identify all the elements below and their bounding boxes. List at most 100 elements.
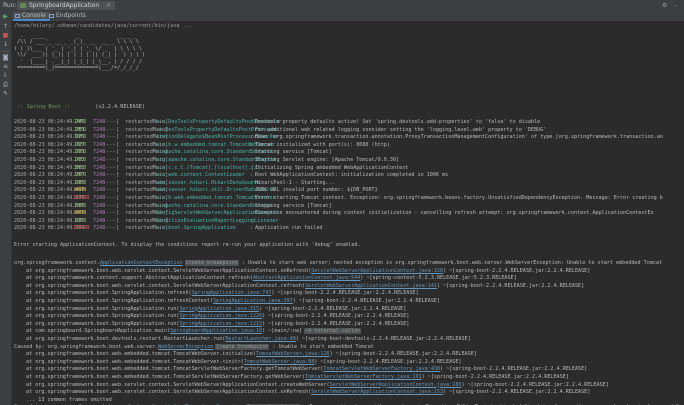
log-colon: :	[250, 187, 254, 194]
log-pid: 7248	[93, 194, 106, 201]
log-separator: ---	[106, 172, 116, 179]
rerun-icon[interactable]: ▶	[2, 13, 9, 20]
source-link[interactable]: SpringApplication.java:315	[179, 306, 259, 312]
stack-text-suffix: ) ~[spring-boot-2.2.4.RELEASE.jar:2.2.4.…	[443, 267, 591, 274]
log-message: Error starting Tomcat context. Exception…	[255, 194, 663, 201]
stop-icon[interactable]: ■	[2, 32, 9, 39]
stack-text-suffix: ) ~[spring-boot-2.2.4.RELEASE.jar:2.2.4.…	[271, 290, 419, 297]
source-link[interactable]: AbstractApplicationContext.java:544	[253, 275, 360, 281]
log-pid: 7248	[93, 202, 106, 209]
log-colon: :	[250, 141, 254, 148]
source-link[interactable]: SpringboardApplication.java:10	[170, 328, 262, 334]
log-colon: :	[250, 194, 254, 201]
log-pid: 7248	[93, 149, 106, 156]
log-line: 2020-08-23 08:24:49.749 INFO 7248 ---[ rest…	[14, 119, 684, 127]
stack-text-suffix: ) ~[spring-boot-2.2.4.RELEASE.jar:2.2.4.…	[421, 373, 569, 380]
source-link[interactable]: TomcatServletWebServerFactory.java:191	[305, 374, 422, 380]
source-link[interactable]: SpringApplication.java:397	[213, 298, 293, 304]
log-separator: ---	[106, 187, 116, 194]
source-link[interactable]: RestartLauncher.java:49	[225, 336, 296, 342]
stack-text: at org.springframework.context.support.A…	[26, 275, 253, 282]
arrow-up-icon[interactable]: ↑	[2, 23, 9, 30]
log-pid: 7248	[93, 164, 106, 171]
stack-text-suffix: ) ~[spring-boot-2.2.4.RELEASE.jar:2.2.4.…	[262, 320, 410, 327]
stack-text-suffix: ) ~[spring-boot-2.2.4.RELEASE.jar:2.2.4.…	[461, 381, 609, 388]
tab-console-label: Console	[22, 12, 46, 19]
log-colon: :	[250, 126, 254, 133]
log-level: WARN	[74, 210, 87, 217]
log-separator: ---	[106, 149, 116, 156]
settings-gear-icon[interactable]: ⚙	[662, 2, 667, 9]
minimize-icon[interactable]: –	[674, 2, 677, 9]
log-message: For additional web related logging consi…	[255, 126, 547, 133]
scroll-to-end-icon[interactable]: ⇩	[2, 72, 9, 79]
stack-text-suffix: ) ~[spring-boot-2.2.4.RELEASE.jar:2.2.4.…	[259, 305, 407, 312]
camera-icon[interactable]: ◙	[2, 54, 9, 61]
log-separator: ---	[106, 164, 116, 171]
create-breakpoint-button[interactable]: Create breakpoint	[215, 343, 270, 350]
stack-text: at org.springframework.boot.SpringApplic…	[26, 297, 214, 304]
source-link[interactable]: SpringApplication.java:747	[192, 290, 272, 296]
create-breakpoint-button[interactable]: Create breakpoint	[184, 260, 239, 266]
log-line: 2020-08-23 08:24:49.999 INFO 7248 ---[ rest…	[14, 180, 684, 188]
log-pid: 7248	[93, 225, 106, 232]
console-output[interactable]: /home/hilary/.sdkman/candidates/java/cur…	[12, 22, 684, 405]
pin-icon[interactable]: ✎	[2, 90, 9, 97]
log-separator: ---	[106, 217, 116, 224]
log-level: INFO	[74, 179, 87, 186]
log-level: INFO	[74, 164, 87, 171]
log-level: INFO	[74, 172, 87, 179]
log-logger: o.s.web.context.ContextLoader	[156, 172, 245, 179]
log-line: 2020-08-23 08:24:49.876 ERROR 7248 ---[ res…	[14, 195, 684, 203]
run-subtabs: Console Endpoints	[11, 11, 684, 22]
internal-calls-fold[interactable]: <4 internal calls>	[304, 328, 362, 335]
stack-frame: at org.springframework.boot.web.servlet.…	[14, 283, 684, 291]
log-colon: :	[250, 156, 254, 163]
exception-line: org.springframework.context.ApplicationC…	[14, 260, 684, 268]
soft-wrap-icon[interactable]: ≡	[2, 63, 9, 70]
source-link[interactable]: SpringApplication.java:1215	[179, 321, 262, 327]
log-line: 2020-08-23 08:24:49.802 INFO 7248 ---[ rest…	[14, 165, 684, 173]
source-link[interactable]: TomcatWebServer.java:126	[256, 351, 330, 357]
log-message: Application run failed	[255, 225, 323, 232]
stack-text: at org.springframework.boot.SpringApplic…	[26, 290, 192, 297]
exception-line: Caused by: org.springframework.boot.web.…	[14, 343, 684, 352]
log-logger: o.a.c.c.C.[Tomcat].[localhost].[/]	[156, 164, 261, 171]
log-message: JDBC URL invalid port number: ${DB_PORT}	[255, 187, 378, 194]
log-level: INFO	[74, 126, 87, 133]
source-link[interactable]: ServletWebServerApplicationContext.java:…	[330, 382, 462, 388]
log-line: 2020-08-23 08:24:49.732 INFO 7248 ---[ rest…	[14, 157, 684, 165]
log-colon: :	[250, 164, 254, 171]
source-link[interactable]: ServletWebServerApplicationContext.java:…	[311, 389, 443, 395]
source-link[interactable]: ServletWebServerApplicationContext.java:…	[311, 268, 443, 274]
log-separator: ---	[106, 225, 116, 232]
source-link[interactable]: TomcatWebServer.java:88	[244, 359, 315, 365]
log-separator: ---	[106, 210, 116, 217]
stack-text: at org.springframework.boot.web.servlet.…	[26, 267, 312, 274]
source-link[interactable]: WebServerException	[158, 344, 213, 350]
run-toolbar: ▶ ↑ ■ ↓ ◙ ≡ ⇩ ⎙ ✎	[0, 11, 12, 405]
source-link[interactable]: TomcatServletWebServerFactory.java:438	[323, 366, 440, 372]
stack-text-suffix: ) ~[spring-boot-2.2.4.RELEASE.jar:2.2.4.…	[440, 366, 588, 373]
log-level: ERROR	[74, 225, 90, 232]
print-icon[interactable]: ⎙	[2, 81, 9, 88]
close-icon[interactable]: ×	[106, 2, 111, 9]
log-pid: 7248	[93, 187, 106, 194]
stack-text: at org.springframework.boot.web.servlet.…	[26, 381, 330, 388]
log-line: 2020-08-23 08:24:49.727 INFO 7248 ---[ rest…	[14, 142, 684, 150]
stack-text-suffix: : Unable to start web server; nested exc…	[238, 260, 663, 266]
source-link[interactable]: SpringApplication.java:1226	[179, 313, 262, 319]
endpoints-icon	[49, 14, 54, 18]
log-level: INFO	[74, 156, 87, 163]
run-config-tab[interactable]: SpringboardApplication ×	[17, 1, 116, 10]
source-link[interactable]: ServletWebServerApplicationContext.java:…	[305, 283, 437, 289]
source-link[interactable]: ApplicationContextException	[100, 260, 183, 266]
arrow-down-icon[interactable]: ↓	[2, 41, 9, 48]
stack-frame: at org.springframework.boot.web.servlet.…	[14, 268, 684, 276]
tab-console[interactable]: Console	[13, 12, 50, 21]
tab-endpoints[interactable]: Endpoints	[47, 12, 90, 20]
log-colon: :	[250, 217, 254, 224]
log-separator: ---	[106, 119, 116, 125]
log-line: 2020-08-23 08:24:49.906 WARN 7248 ---[ rest…	[14, 210, 684, 218]
log-message: Exception encountered during context ini…	[255, 210, 654, 217]
